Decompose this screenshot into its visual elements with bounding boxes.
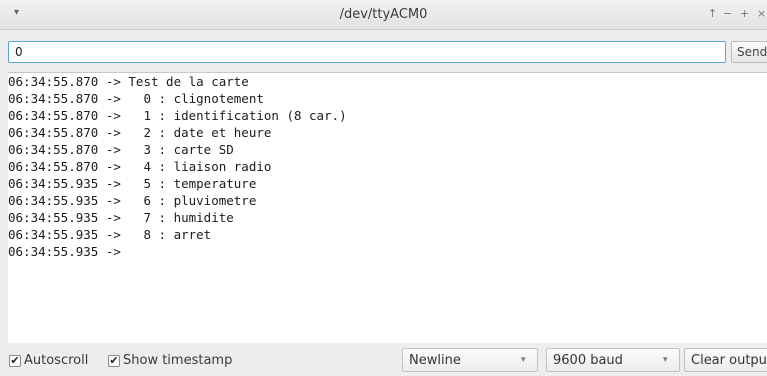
autoscroll-label[interactable]: Autoscroll xyxy=(24,353,88,368)
show-timestamp-label[interactable]: Show timestamp xyxy=(123,353,232,368)
console-line: 06:34:55.935 -> xyxy=(8,244,121,259)
console-line: 06:34:55.870 -> 0 : clignotement xyxy=(8,91,264,106)
close-icon[interactable]: × xyxy=(757,7,766,20)
maximize-icon[interactable]: + xyxy=(740,7,749,20)
console-line: 06:34:55.870 -> 1 : identification (8 ca… xyxy=(8,108,347,123)
clear-output-button[interactable]: Clear output xyxy=(684,348,767,372)
send-button[interactable]: Send xyxy=(731,41,767,63)
chevron-down-icon: ▾ xyxy=(521,355,526,365)
serial-input[interactable] xyxy=(8,41,726,63)
baud-rate-value: 9600 baud xyxy=(553,353,623,368)
title-bar: ▾ /dev/ttyACM0 ↑ − + × xyxy=(0,0,767,30)
console-line: 06:34:55.870 -> 2 : date et heure xyxy=(8,125,272,140)
console-line: 06:34:55.935 -> 7 : humidite xyxy=(8,210,234,225)
console-line: 06:34:55.870 -> Test de la carte xyxy=(8,74,249,89)
console-line: 06:34:55.870 -> 3 : carte SD xyxy=(8,142,234,157)
console-line: 06:34:55.935 -> 8 : arret xyxy=(8,227,212,242)
minimize-icon[interactable]: − xyxy=(723,7,732,20)
console-line: 06:34:55.935 -> 5 : temperature xyxy=(8,176,257,191)
line-ending-value: Newline xyxy=(409,353,461,368)
show-timestamp-checkbox[interactable]: ✔ xyxy=(108,355,120,367)
baud-rate-select[interactable]: 9600 baud ▾ xyxy=(546,348,680,372)
footer-toolbar: ✔ Autoscroll ✔ Show timestamp Newline ▾ … xyxy=(0,343,767,376)
window-title: /dev/ttyACM0 xyxy=(339,7,428,22)
send-row: Send xyxy=(0,30,767,72)
autoscroll-checkbox[interactable]: ✔ xyxy=(9,355,21,367)
console-line: 06:34:55.935 -> 6 : pluviometre xyxy=(8,193,257,208)
serial-output[interactable]: 06:34:55.870 -> Test de la carte 06:34:5… xyxy=(8,72,767,343)
keep-above-icon[interactable]: ↑ xyxy=(708,7,717,20)
line-ending-select[interactable]: Newline ▾ xyxy=(402,348,538,372)
chevron-down-icon: ▾ xyxy=(663,355,668,365)
console-line: 06:34:55.870 -> 4 : liaison radio xyxy=(8,159,272,174)
